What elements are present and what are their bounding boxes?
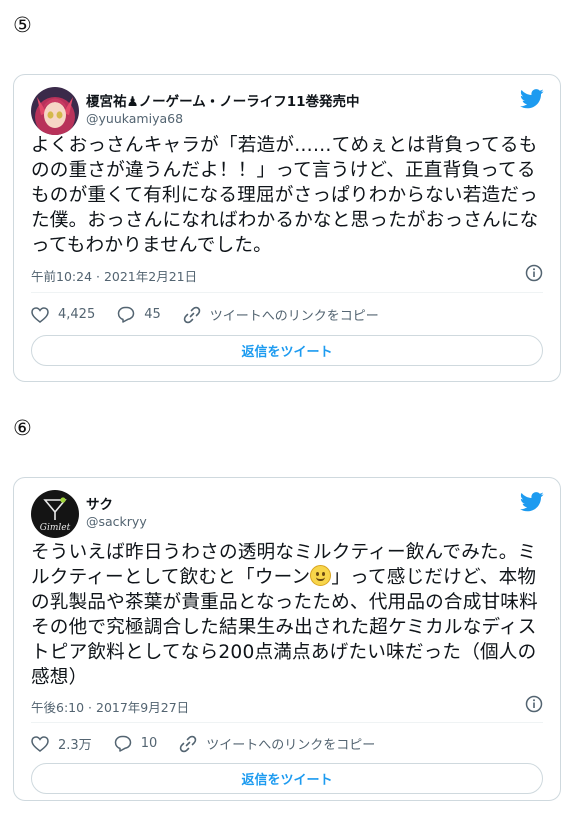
tweet-timestamp[interactable]: 午後6:10 · 2017年9月27日 — [31, 697, 189, 716]
like-button[interactable]: 4,425 — [31, 306, 96, 323]
like-count: 2.3万 — [58, 738, 92, 753]
avatar[interactable]: Gimlet — [31, 490, 79, 538]
tweet-text: よくおっさんキャラが「若造が……てめぇとは背負ってるものの重さが違うんだよ！！」… — [31, 135, 539, 256]
heart-icon — [31, 735, 49, 752]
twitter-bird-icon[interactable] — [519, 492, 544, 516]
section-number-6: ⑥ — [13, 416, 32, 440]
heart-icon — [31, 306, 49, 323]
reply-action[interactable]: 45 — [117, 306, 161, 323]
reply-count: 10 — [140, 736, 158, 751]
copy-link-label: ツイートへのリンクをコピー — [209, 309, 379, 324]
tweet-timestamp[interactable]: 午前10:24 · 2021年2月21日 — [31, 266, 197, 285]
reply-tweet-button[interactable]: 返信をツイート — [31, 335, 543, 366]
reply-icon — [114, 735, 131, 752]
divider — [31, 292, 543, 293]
user-name[interactable]: サク — [86, 493, 113, 513]
info-icon[interactable] — [525, 695, 543, 717]
like-button[interactable]: 2.3万 — [31, 734, 92, 753]
user-name[interactable]: 榎宮祐♟ノーゲーム・ノーライフ11巻発売中 — [86, 90, 359, 110]
info-icon[interactable] — [525, 264, 543, 286]
copy-link-button[interactable]: ツイートへのリンクをコピー — [179, 734, 375, 753]
copy-link-label: ツイートへのリンクをコピー — [206, 738, 376, 753]
divider — [31, 722, 543, 723]
tweet-card-2: Gimlet サク @sackryy そういえば昨日うわさの透明なミルクティー飲… — [13, 477, 561, 801]
reply-count: 45 — [144, 307, 161, 322]
tweet-text: そういえば昨日うわさの透明なミルクティー飲んでみた。ミルクティーとして飲むと「ウ… — [31, 540, 546, 690]
avatar[interactable] — [31, 87, 79, 135]
reply-tweet-button[interactable]: 返信をツイート — [31, 763, 543, 794]
section-number-5: ⑤ — [13, 13, 32, 37]
avatar-text: Gimlet — [40, 523, 71, 533]
slightly-smiling-face-icon — [310, 565, 332, 586]
user-handle[interactable]: @yuukamiya68 — [86, 111, 183, 126]
reply-action[interactable]: 10 — [114, 735, 158, 752]
link-icon — [179, 735, 197, 752]
reply-icon — [117, 306, 135, 323]
like-count: 4,425 — [58, 307, 96, 322]
link-icon — [183, 306, 201, 323]
tweet-card-1: 榎宮祐♟ノーゲーム・ノーライフ11巻発売中 @yuukamiya68 よくおっさ… — [13, 74, 561, 382]
user-handle[interactable]: @sackryy — [86, 514, 147, 529]
tweet-actions: 2.3万 10 ツイートへのリンクをコピー — [31, 734, 397, 753]
twitter-bird-icon[interactable] — [519, 89, 544, 113]
copy-link-button[interactable]: ツイートへのリンクをコピー — [183, 305, 379, 324]
tweet-actions: 4,425 45 ツイートへのリンクをコピー — [31, 305, 401, 324]
